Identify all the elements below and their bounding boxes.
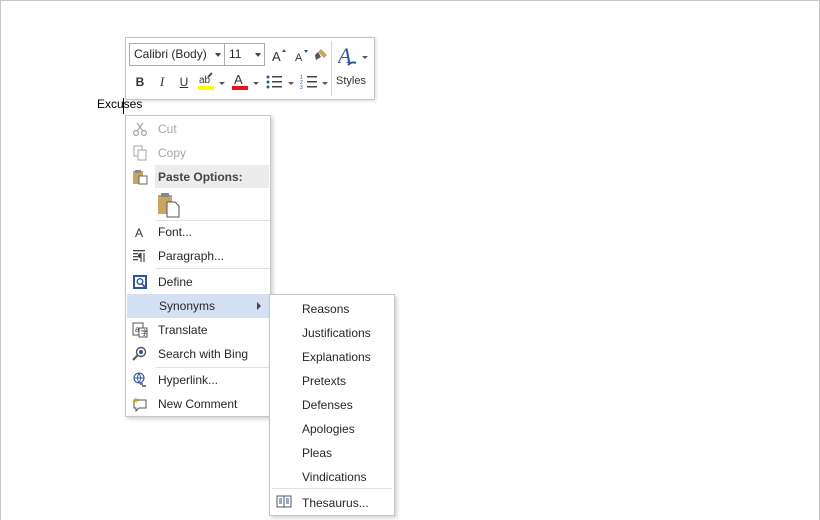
synonym-item[interactable]: Pretexts [270,368,394,392]
numbering-icon[interactable]: 123 [300,73,318,91]
menu-item-label: Hyperlink... [158,373,219,387]
synonym-item[interactable]: Apologies [270,416,394,440]
menu-item-label: Copy [158,146,187,160]
font-name-value: Calibri (Body) [134,47,207,61]
clipboard-icon [132,169,148,185]
svg-text:3: 3 [300,85,303,91]
define-book-icon [132,274,148,290]
paste-options-header: Paste Options: [155,165,269,188]
shrink-font-icon[interactable]: A [292,46,310,64]
menu-item-label: Cut [158,122,177,136]
document-page[interactable] [0,0,820,520]
menu-item-define[interactable]: Define [126,270,270,294]
bullets-icon[interactable] [265,73,283,91]
menu-item-label: Paragraph... [158,249,225,263]
menu-item-paragraph[interactable]: Paragraph... [126,244,270,268]
underline-icon[interactable]: U [176,73,192,91]
chevron-down-icon[interactable] [362,56,368,59]
chevron-right-icon [257,302,261,310]
toolbar-divider [331,41,332,96]
bold-icon[interactable]: B [132,73,148,91]
scissors-icon [132,121,148,137]
mini-toolbar: Calibri (Body) 11 A A A Styles B I U ab … [125,37,375,100]
copy-icon [132,145,148,161]
italic-icon[interactable]: I [154,73,170,91]
menu-item-hyperlink[interactable]: Hyperlink... [126,368,270,392]
new-comment-icon [132,396,148,413]
synonym-item[interactable]: Justifications [270,320,394,344]
hyperlink-globe-icon [132,372,148,388]
styles-label[interactable]: Styles [336,75,366,87]
synonym-item[interactable]: Vindications [270,464,394,488]
synonym-label: Defenses [302,398,353,412]
font-size-value: 11 [229,47,242,61]
paste-keep-text-only-icon[interactable] [157,192,181,218]
synonyms-submenu: Reasons Justifications Explanations Pret… [269,294,395,516]
chevron-down-icon [255,53,261,57]
synonym-item[interactable]: Defenses [270,392,394,416]
chevron-down-icon[interactable] [253,82,259,85]
menu-item-label: Thesaurus... [302,496,369,510]
thesaurus-book-icon [276,494,292,510]
synonym-label: Justifications [302,326,371,340]
menu-item-label: Translate [158,323,208,337]
menu-item-cut[interactable]: Cut [126,117,270,141]
menu-item-translate[interactable]: a字 Translate [126,318,270,342]
synonym-label: Apologies [302,422,355,436]
context-menu: Cut Copy Paste Options: A Font... Paragr… [125,115,271,417]
synonym-label: Reasons [302,302,350,316]
synonym-label: Vindications [302,470,367,484]
menu-item-copy[interactable]: Copy [126,141,270,165]
paragraph-icon [132,248,148,264]
font-size-dropdown[interactable]: 11 [224,43,265,66]
menu-item-label: Font... [158,225,193,239]
synonym-item[interactable]: Pleas [270,440,394,464]
synonym-label: Explanations [302,350,371,364]
menu-item-thesaurus[interactable]: Thesaurus... [270,490,394,514]
synonym-label: Pleas [302,446,333,460]
font-name-dropdown[interactable]: Calibri (Body) [129,43,225,66]
menu-item-new-comment[interactable]: New Comment [126,392,270,416]
menu-item-label: Define [158,275,193,289]
synonym-label: Pretexts [302,374,347,388]
svg-text:A: A [272,49,281,64]
font-color-icon[interactable]: A [231,71,249,91]
format-painter-icon[interactable] [312,46,330,64]
translate-icon: a字 [132,322,148,338]
menu-item-label: Synonyms [159,299,216,313]
svg-text:A: A [234,72,243,87]
svg-text:A: A [135,226,143,240]
styles-icon[interactable]: A [338,43,360,69]
chevron-down-icon[interactable] [288,82,294,85]
menu-item-synonyms[interactable]: Synonyms [127,294,270,318]
menu-item-search-with-bing[interactable]: Search with Bing [126,342,270,366]
chevron-down-icon[interactable] [322,82,328,85]
synonym-item[interactable]: Explanations [270,344,394,368]
chevron-down-icon[interactable] [219,82,225,85]
svg-text:字: 字 [141,328,148,337]
grow-font-icon[interactable]: A [270,46,288,64]
menu-item-font[interactable]: A Font... [126,220,270,244]
font-icon: A [132,224,148,240]
highlight-icon[interactable]: ab [197,71,215,91]
menu-separator [272,488,392,489]
synonym-item[interactable]: Reasons [270,296,394,320]
menu-item-label: Search with Bing [158,347,249,361]
chevron-down-icon [215,53,221,57]
paste-options-label: Paste Options: [158,170,243,184]
text-caret [123,98,124,114]
search-icon [132,346,148,362]
menu-separator [156,268,270,269]
menu-item-label: New Comment [158,397,238,411]
svg-text:A: A [295,52,303,64]
